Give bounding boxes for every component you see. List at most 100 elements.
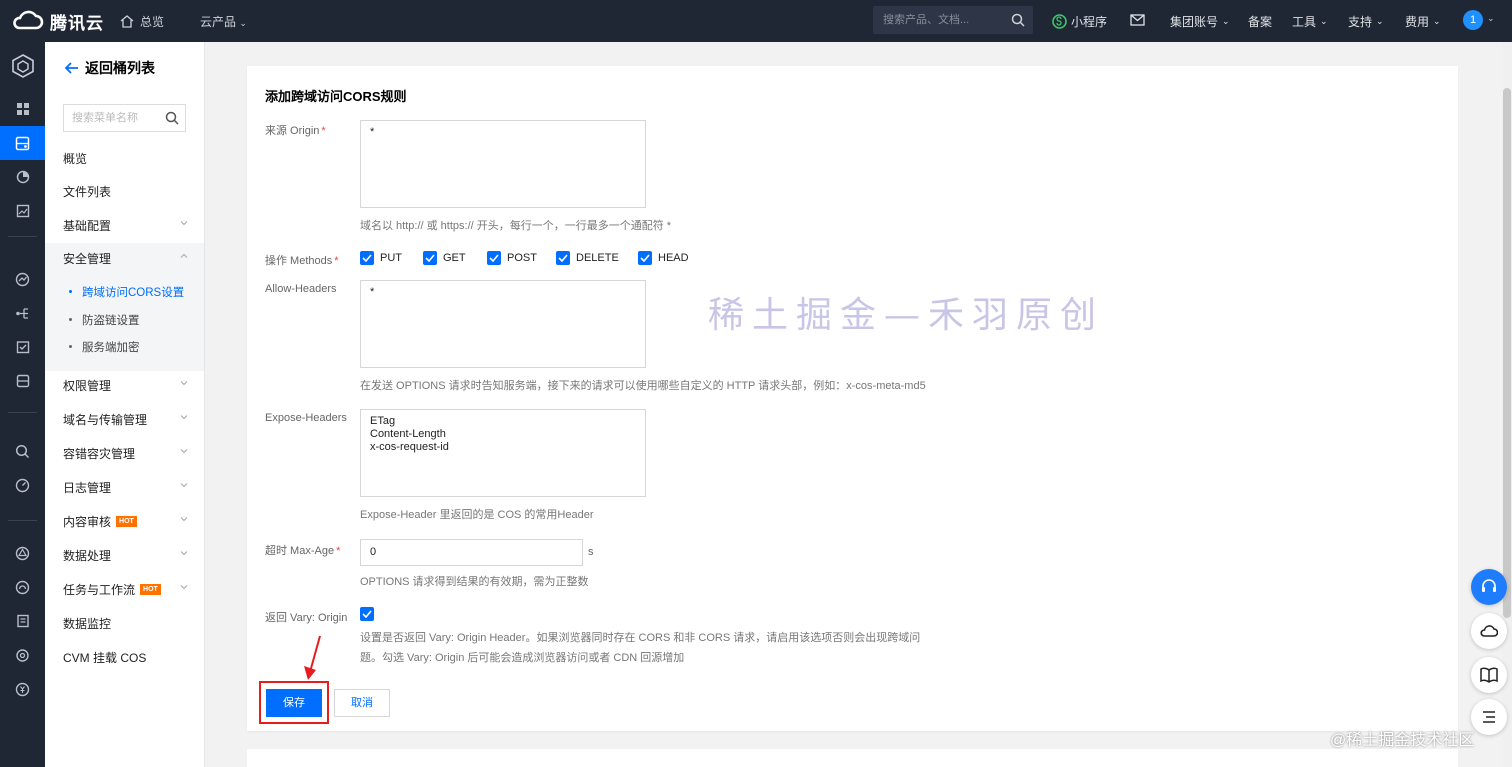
nav-overview[interactable]: 总览	[120, 13, 164, 30]
mail-button[interactable]	[1130, 14, 1145, 26]
security-shield-icon[interactable]	[0, 536, 45, 570]
chevron-down-icon[interactable]: ⌄	[1487, 13, 1495, 24]
method-label: POST	[507, 252, 537, 264]
bullet-icon	[69, 318, 72, 321]
sidebar-item-audit[interactable]: 内容审核 HOT	[45, 506, 204, 536]
search-icon[interactable]	[1011, 13, 1025, 27]
avatar[interactable]: 1	[1463, 10, 1483, 30]
sidebar-item-security[interactable]: 安全管理	[45, 243, 204, 273]
sidebar-item-workflow[interactable]: 任务与工作流 HOT	[45, 574, 204, 604]
sidebar-item-permission[interactable]: 权限管理	[45, 370, 204, 400]
topology-icon[interactable]	[0, 296, 45, 330]
checkbox-checked-icon[interactable]	[638, 251, 652, 265]
vary-label: 返回 Vary: Origin	[265, 612, 348, 624]
origin-textarea[interactable]: *	[360, 120, 646, 208]
sidebar-item-label: 容错容灾管理	[63, 446, 136, 461]
sidebar-item-label: 跨域访问CORS设置	[82, 286, 185, 299]
cloud-assistant-button[interactable]	[1471, 613, 1507, 649]
chevron-up-icon	[180, 253, 188, 258]
brand-name: 腾讯云	[50, 13, 104, 33]
main-content: 添加跨域访问CORS规则 来源 Origin * * 域名以 http:// 或 …	[205, 42, 1502, 767]
nav-filing[interactable]: 备案	[1248, 13, 1272, 30]
menu-search-input[interactable]	[64, 105, 159, 131]
nav-mini-program[interactable]: 小程序	[1052, 13, 1107, 30]
docs-button[interactable]	[1471, 657, 1507, 693]
checkbox-checked-icon[interactable]	[360, 251, 374, 265]
rail-divider	[8, 520, 37, 521]
sidebar-subitem-hotlink[interactable]: 防盗链设置	[45, 306, 204, 333]
nav-tools[interactable]: 工具 ⌄	[1292, 13, 1328, 30]
origin-label-text: 来源 Origin	[265, 125, 320, 137]
method-label: GET	[443, 252, 466, 264]
nav-support[interactable]: 支持 ⌄	[1348, 13, 1384, 30]
product-hub-icon[interactable]	[0, 48, 45, 84]
sidebar-item-cvm[interactable]: CVM 挂载 COS	[45, 642, 204, 672]
image-storage-icon[interactable]	[0, 194, 45, 228]
brand-logo[interactable]: 腾讯云	[10, 8, 104, 34]
sidebar-item-overview[interactable]: 概览	[45, 143, 204, 173]
save-button[interactable]: 保存	[266, 689, 322, 717]
speedometer-icon[interactable]	[0, 570, 45, 604]
cancel-button[interactable]: 取消	[334, 689, 390, 717]
analytics-pie-icon[interactable]	[0, 160, 45, 194]
task-check-icon[interactable]	[0, 330, 45, 364]
form-title: 添加跨域访问CORS规则	[265, 89, 407, 104]
maxage-unit: s	[588, 546, 594, 558]
nav-group-account[interactable]: 集团账号 ⌄	[1170, 13, 1230, 30]
sidebar-item-processing[interactable]: 数据处理	[45, 540, 204, 570]
method-checkbox-put[interactable]: PUT	[360, 251, 402, 265]
network-icon[interactable]	[0, 262, 45, 296]
menu-search[interactable]	[63, 104, 186, 132]
vary-checkbox[interactable]	[360, 607, 374, 621]
sidebar-subitem-cors[interactable]: 跨域访问CORS设置	[45, 278, 204, 305]
chevron-down-icon	[180, 415, 188, 420]
nav-cloud-products[interactable]: 云产品 ⌄	[200, 13, 247, 30]
sidebar-item-basic-config[interactable]: 基础配置	[45, 210, 204, 240]
sidebar-item-disaster[interactable]: 容错容灾管理	[45, 438, 204, 468]
sidebar-item-files[interactable]: 文件列表	[45, 176, 204, 206]
list-icon	[1483, 711, 1495, 723]
billing-coin-icon[interactable]	[0, 672, 45, 706]
monitor-gauge-icon[interactable]	[0, 468, 45, 502]
sidebar-item-monitor[interactable]: 数据监控	[45, 608, 204, 638]
required-mark: *	[336, 545, 341, 557]
cos-storage-icon[interactable]	[0, 126, 45, 160]
search-analytics-icon[interactable]	[0, 434, 45, 468]
maxage-label: 超时 Max-Age *	[265, 542, 340, 558]
sidebar-item-logs[interactable]: 日志管理	[45, 472, 204, 502]
tools-label: 工具	[1292, 15, 1317, 29]
nav-products-label: 云产品	[200, 15, 237, 29]
method-checkbox-delete[interactable]: DELETE	[556, 251, 619, 265]
search-icon[interactable]	[165, 111, 179, 125]
dashboard-icon[interactable]	[0, 92, 45, 126]
maxage-input[interactable]: 0	[360, 539, 583, 566]
nav-billing[interactable]: 费用 ⌄	[1405, 13, 1441, 30]
hot-badge: HOT	[140, 583, 161, 595]
annotation-arrow-icon	[304, 635, 321, 680]
allow-headers-textarea[interactable]: *	[360, 280, 646, 368]
menu-list-button[interactable]	[1471, 699, 1507, 735]
expose-headers-textarea[interactable]: ETag Content-Length x-cos-request-id	[360, 409, 646, 497]
customer-service-button[interactable]	[1471, 569, 1507, 605]
hot-badge: HOT	[116, 515, 137, 527]
product-icon-rail	[0, 42, 45, 767]
method-checkbox-post[interactable]: POST	[487, 251, 537, 265]
expose-headers-label: Expose-Headers	[265, 412, 347, 424]
global-search[interactable]	[873, 6, 1033, 34]
settings-gear-icon[interactable]	[0, 638, 45, 672]
back-to-bucket-list[interactable]: 返回桶列表	[65, 58, 155, 78]
database-icon[interactable]	[0, 364, 45, 398]
sidebar-item-domain[interactable]: 域名与传输管理	[45, 404, 204, 434]
bullet-icon	[69, 345, 72, 348]
checkbox-checked-icon[interactable]	[487, 251, 501, 265]
global-search-input[interactable]	[873, 6, 1003, 34]
checkbox-checked-icon[interactable]	[423, 251, 437, 265]
scrollbar-thumb[interactable]	[1503, 88, 1511, 618]
checkbox-checked-icon[interactable]	[556, 251, 570, 265]
chevron-down-icon	[180, 221, 188, 226]
sidebar-item-label: 任务与工作流	[63, 582, 136, 597]
method-checkbox-head[interactable]: HEAD	[638, 251, 689, 265]
method-checkbox-get[interactable]: GET	[423, 251, 466, 265]
sidebar-subitem-encryption[interactable]: 服务端加密	[45, 333, 204, 360]
document-icon[interactable]	[0, 604, 45, 638]
